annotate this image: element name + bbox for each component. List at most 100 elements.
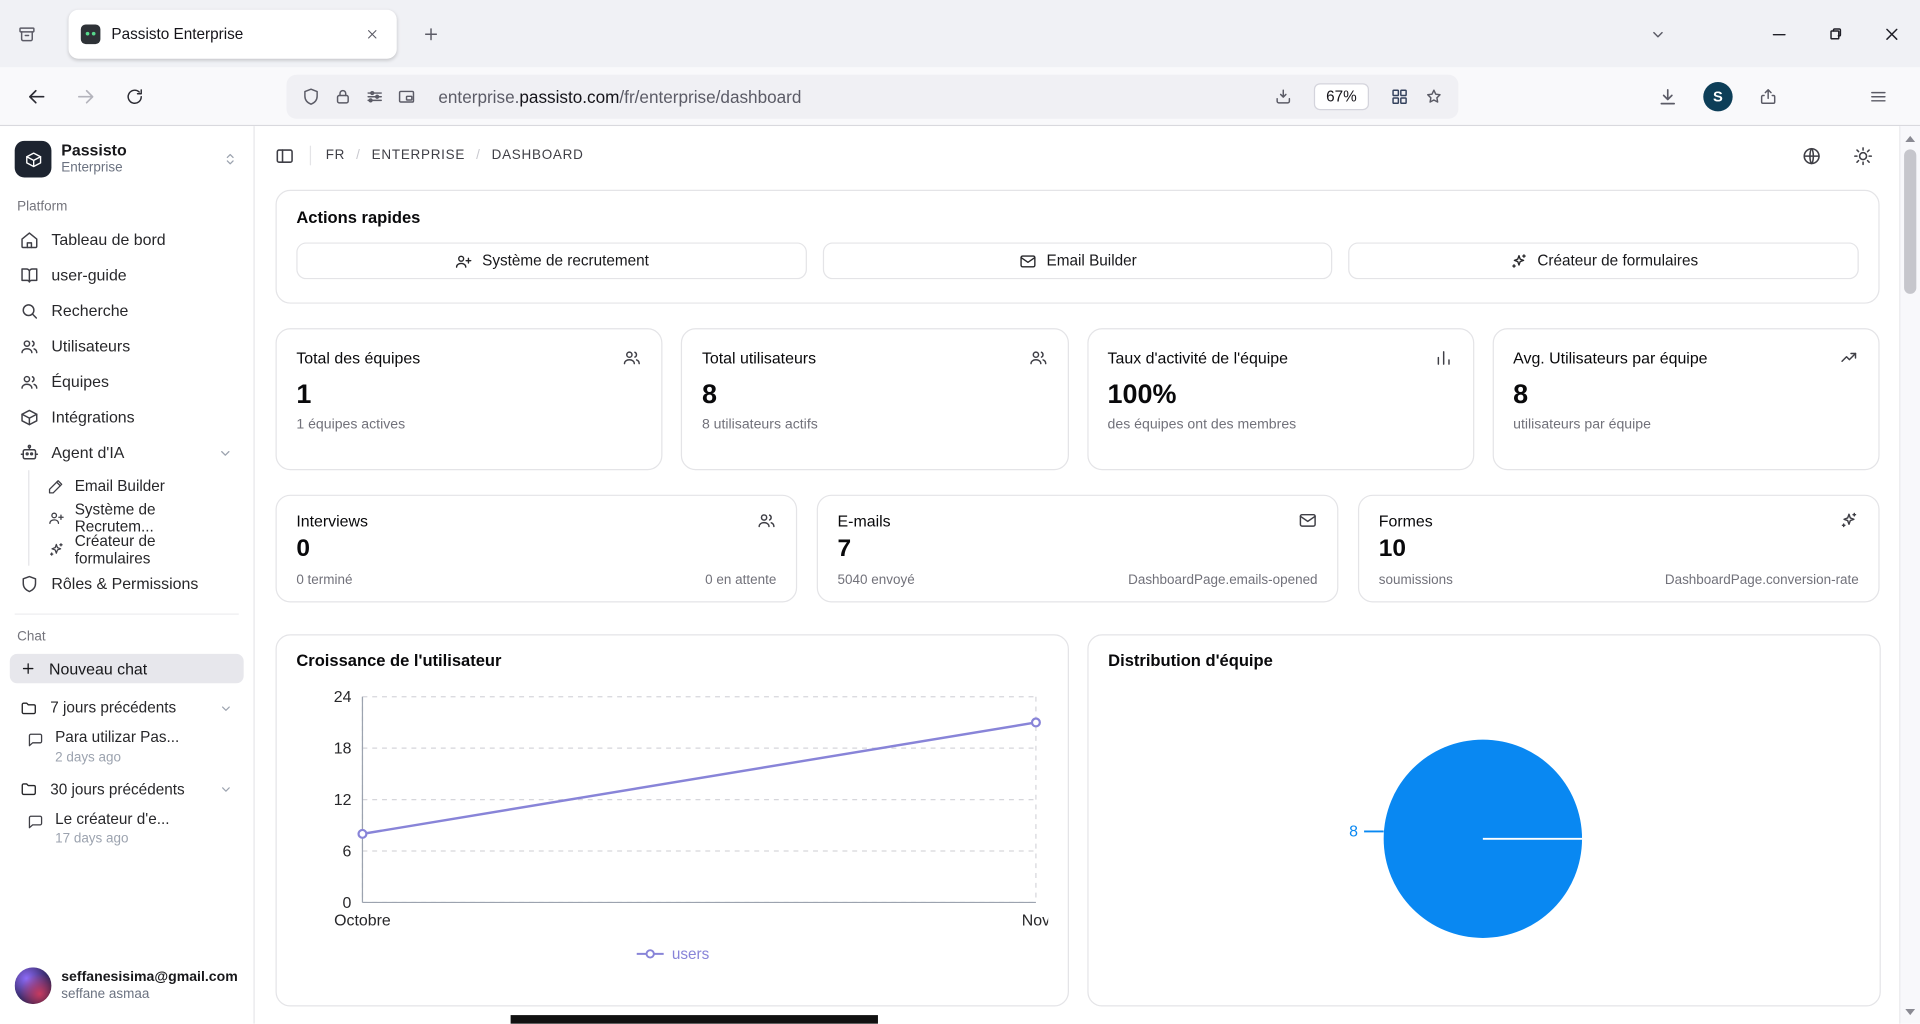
metric-card-interviews: Interviews 0 0 terminé0 en attente — [276, 495, 798, 603]
stat-card-total-users: Total utilisateurs 8 8 utilisateurs acti… — [681, 328, 1068, 470]
mail-icon — [1018, 252, 1036, 270]
metric-value: 7 — [838, 535, 1318, 563]
new-chat-button[interactable]: Nouveau chat — [10, 654, 244, 683]
url-domain: passisto.com — [519, 86, 619, 106]
share-button[interactable] — [1749, 78, 1788, 115]
chat-history-item[interactable]: Le créateur d'e...17 days ago — [10, 806, 244, 853]
user-account-button[interactable]: seffanesisima@gmail.com seffane asmaa — [10, 960, 244, 1011]
url-bar[interactable]: enterprise.passisto.com/fr/enterprise/da… — [287, 74, 1459, 118]
growth-chart-legend[interactable]: users — [296, 945, 1048, 962]
tracking-protection-shield-icon[interactable] — [301, 86, 321, 106]
bot-icon — [20, 443, 40, 463]
chat-bubble-icon — [27, 813, 44, 830]
sidebar-item-user-guide[interactable]: user-guide — [10, 257, 244, 293]
breadcrumb: FR / ENTERPRISE / DASHBOARD — [326, 148, 584, 163]
back-button[interactable] — [17, 78, 56, 115]
sidebar-item-users[interactable]: Utilisateurs — [10, 328, 244, 364]
maximize-button[interactable] — [1807, 0, 1863, 67]
team-distribution-chart-card: Distribution d'équipe 8 — [1087, 634, 1880, 1006]
chat-timestamp: 17 days ago — [55, 832, 169, 847]
theme-toggle-button[interactable] — [1845, 138, 1879, 172]
picture-in-picture-icon[interactable] — [397, 86, 417, 106]
dashboard-content: Actions rapides Système de recrutement E… — [255, 185, 1899, 1024]
sidebar-item-email-builder[interactable]: Email Builder — [38, 470, 244, 502]
sidebar-item-label: Créateur de formulaires — [75, 533, 234, 567]
breadcrumb-dashboard[interactable]: DASHBOARD — [492, 148, 584, 163]
sidebar-item-integrations[interactable]: Intégrations — [10, 399, 244, 435]
firefox-view-button[interactable] — [7, 15, 46, 52]
profile-button[interactable]: S — [1703, 81, 1732, 110]
chat-history-item[interactable]: Para utilizar Pas... 2 days ago — [10, 725, 244, 772]
back-icon — [26, 85, 48, 107]
breadcrumb-enterprise[interactable]: ENTERPRISE — [372, 148, 465, 163]
extension-grid-icon[interactable] — [1390, 86, 1410, 106]
sidebar-item-search[interactable]: Recherche — [10, 293, 244, 329]
sidebar-item-form-builder[interactable]: Créateur de formulaires — [38, 534, 244, 566]
chat-title: Para utilizar Pas... — [55, 729, 179, 748]
zoom-indicator[interactable]: 67% — [1315, 84, 1368, 108]
recruitment-system-button[interactable]: Système de recrutement — [296, 242, 806, 279]
svg-text:Nov: Nov — [1022, 913, 1048, 930]
sidebar-item-ai-agent[interactable]: Agent d'IA — [10, 435, 244, 471]
metric-right: 0 en attente — [705, 573, 776, 588]
metric-left: 5040 envoyé — [838, 573, 915, 588]
sidebar-item-recruitment-system[interactable]: Système de Recrutem... — [38, 502, 244, 534]
browser-tab[interactable]: Passisto Enterprise — [69, 9, 397, 58]
chart-title: Distribution d'équipe — [1108, 651, 1860, 669]
stat-card-avg-users: Avg. Utilisateurs par équipe 8 utilisate… — [1492, 328, 1879, 470]
new-chat-label: Nouveau chat — [49, 659, 147, 677]
workspace-switcher[interactable]: Passisto Enterprise — [10, 136, 244, 185]
lock-icon[interactable] — [333, 86, 353, 106]
sidebar-item-roles-permissions[interactable]: Rôles & Permissions — [10, 566, 244, 602]
downloads-button[interactable] — [1648, 78, 1687, 115]
email-builder-button[interactable]: Email Builder — [822, 242, 1332, 279]
new-tab-button[interactable] — [411, 15, 450, 52]
scrollbar-down-arrow[interactable] — [1900, 1003, 1920, 1020]
user-plus-icon — [454, 252, 472, 270]
tab-list-button[interactable] — [1638, 15, 1677, 52]
chevron-down-icon — [217, 444, 234, 461]
scrollbar-up-arrow[interactable] — [1900, 130, 1920, 147]
form-builder-button[interactable]: Créateur de formulaires — [1349, 242, 1859, 279]
bar-chart-icon — [1434, 348, 1454, 368]
sparkles-icon — [1839, 511, 1859, 531]
tab-strip: Passisto Enterprise — [0, 0, 1920, 67]
forward-button[interactable] — [66, 78, 105, 115]
button-label: Email Builder — [1047, 252, 1137, 269]
button-label: Créateur de formulaires — [1537, 252, 1698, 269]
chevron-up-down-icon — [222, 151, 239, 168]
metric-title: E-mails — [838, 511, 891, 529]
url-text: enterprise.passisto.com/fr/enterprise/da… — [438, 86, 1268, 106]
stat-card-total-teams: Total des équipes 1 1 équipes actives — [276, 328, 663, 470]
navigation-toolbar: enterprise.passisto.com/fr/enterprise/da… — [0, 67, 1920, 126]
quick-actions-title: Actions rapides — [296, 208, 1858, 226]
save-to-device-icon[interactable] — [1273, 86, 1293, 106]
chat-bubble-icon — [27, 731, 44, 748]
browser-scrollbar[interactable] — [1899, 126, 1920, 1024]
sidebar-toggle-icon[interactable] — [274, 145, 295, 166]
scrollbar-thumb[interactable] — [1904, 149, 1916, 293]
permissions-sliders-icon[interactable] — [365, 86, 385, 106]
chat-timestamp: 2 days ago — [55, 750, 179, 765]
sidebar-item-teams[interactable]: Équipes — [10, 364, 244, 400]
pie-chart-svg: 8 — [1108, 682, 1860, 986]
app-sidebar: Passisto Enterprise Platform Tableau de … — [0, 126, 255, 1024]
chevron-down-icon — [1648, 24, 1668, 44]
shield-icon — [20, 574, 40, 594]
extensions-button[interactable] — [1804, 78, 1843, 115]
breadcrumb-fr[interactable]: FR — [326, 148, 345, 163]
language-button[interactable] — [1794, 138, 1828, 172]
history-group-7-days[interactable]: 7 jours précédents — [10, 691, 244, 725]
firefox-view-icon — [17, 24, 37, 44]
menu-button[interactable] — [1859, 78, 1898, 115]
tab-close-button[interactable] — [360, 21, 384, 45]
cube-icon — [24, 150, 42, 168]
svg-text:18: 18 — [334, 741, 352, 758]
sidebar-item-dashboard[interactable]: Tableau de bord — [10, 222, 244, 258]
minimize-button[interactable] — [1751, 0, 1807, 67]
reload-button[interactable] — [115, 78, 154, 115]
folder-icon — [20, 780, 38, 798]
history-group-30-days[interactable]: 30 jours précédents — [10, 772, 244, 806]
close-button[interactable] — [1864, 0, 1920, 67]
bookmark-star-icon[interactable] — [1424, 86, 1444, 106]
